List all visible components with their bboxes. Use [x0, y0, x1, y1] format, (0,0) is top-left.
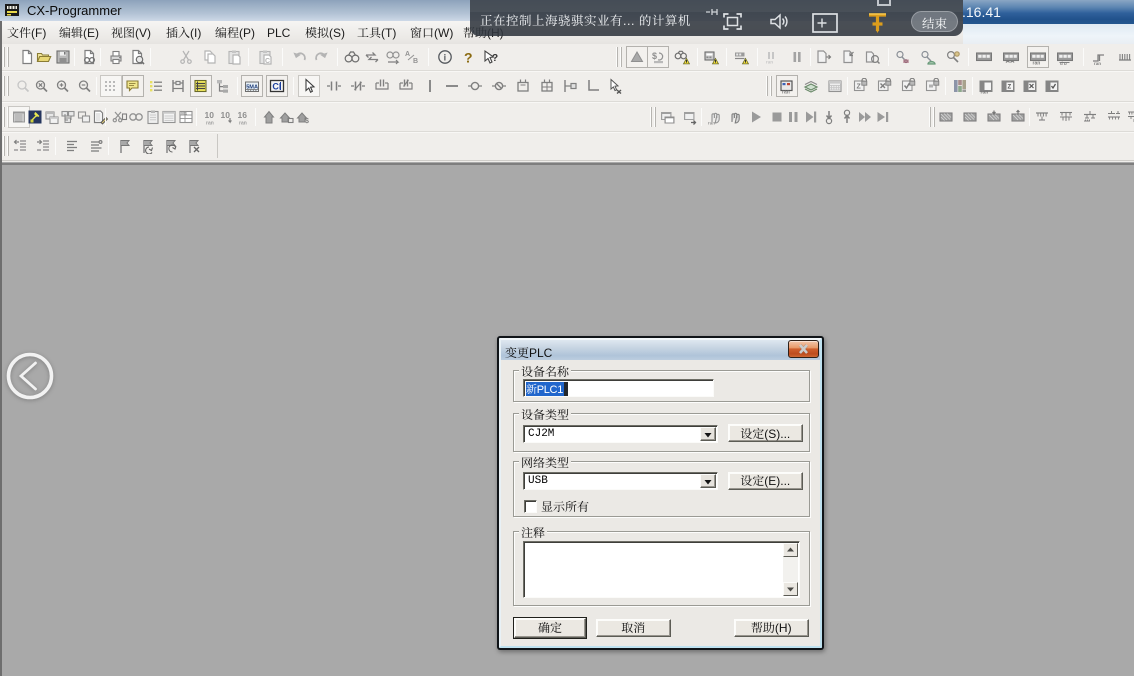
svg-text:ran: ran	[1094, 61, 1101, 65]
svg-text:Z: Z	[1008, 85, 1012, 91]
svg-text:Z: Z	[857, 84, 862, 91]
svg-text:10: 10	[205, 110, 215, 120]
svg-text:A: A	[405, 51, 410, 58]
svg-text:ran: ran	[708, 121, 715, 126]
svg-text:ran: ran	[782, 90, 790, 95]
svg-text:i: i	[444, 53, 447, 63]
svg-text:ran: ran	[1033, 61, 1041, 66]
svg-text:C: C	[265, 58, 270, 65]
svg-text:ran: ran	[766, 60, 773, 65]
svg-text:?: ?	[492, 53, 498, 64]
svg-text:?: ?	[464, 50, 473, 66]
svg-text:10: 10	[221, 110, 231, 120]
svg-text:16: 16	[238, 110, 248, 120]
svg-text:$: $	[305, 118, 309, 125]
svg-text:d p: d p	[1060, 61, 1067, 65]
svg-text:001: 001	[181, 112, 187, 116]
svg-text:ran: ran	[239, 121, 247, 126]
svg-text:ran: ran	[981, 90, 989, 95]
svg-text:B: B	[413, 58, 418, 65]
svg-text:$: $	[652, 51, 657, 61]
svg-text:ran: ran	[206, 121, 214, 126]
